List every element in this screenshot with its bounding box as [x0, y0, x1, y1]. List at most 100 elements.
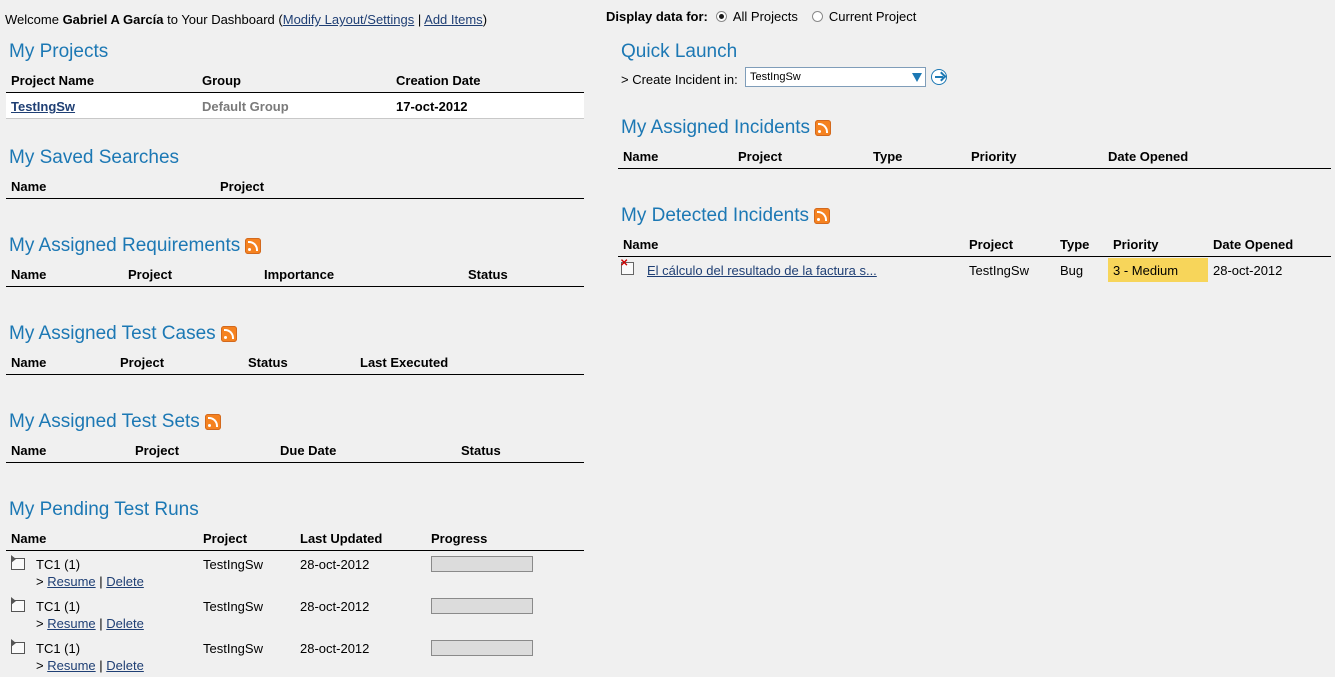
rss-feed-icon[interactable] — [813, 208, 830, 224]
detected-incidents-title-text: My Detected Incidents — [621, 205, 809, 226]
test-run-project: TestIngSw — [203, 599, 263, 614]
col-project: Project — [120, 355, 165, 370]
test-run-actions: > Resume | Delete — [36, 616, 144, 631]
incident-date-opened: 28-oct-2012 — [1213, 263, 1283, 278]
col-name: Name — [11, 179, 47, 194]
col-status: Status — [248, 355, 288, 370]
col-project: Project — [220, 179, 265, 194]
delete-link[interactable]: Delete — [106, 616, 144, 631]
modify-layout-link[interactable]: Modify Layout/Settings — [283, 12, 415, 27]
col-type: Type — [873, 149, 903, 164]
user-name: Gabriel A García — [62, 12, 164, 27]
welcome-suffix: to Your Dashboard ( — [163, 12, 283, 27]
test-run-actions: > Resume | Delete — [36, 574, 144, 589]
chevron-down-icon[interactable] — [912, 73, 922, 82]
assigned-test-sets-title: My Assigned Test Sets — [9, 411, 221, 433]
resume-link[interactable]: Resume — [47, 658, 95, 673]
action-prefix: > — [36, 658, 48, 673]
go-arrow-icon[interactable] — [931, 69, 947, 85]
incident-priority: 3 - Medium — [1113, 263, 1179, 278]
saved-searches-title-text: My Saved Searches — [9, 147, 180, 168]
delete-link[interactable]: Delete — [106, 574, 144, 589]
quick-launch-title: Quick Launch — [621, 41, 737, 63]
project-link[interactable]: TestIngSw — [11, 99, 75, 114]
col-last-updated: Last Updated — [300, 531, 383, 546]
action-prefix: > — [36, 616, 48, 631]
quick-launch-title-text: Quick Launch — [621, 41, 738, 62]
col-type: Type — [1060, 237, 1090, 252]
col-importance: Importance — [264, 267, 335, 282]
radio-current-project[interactable]: Current Project — [811, 9, 917, 24]
project-creation-date: 17-oct-2012 — [396, 99, 468, 114]
col-due-date: Due Date — [280, 443, 337, 458]
col-progress: Progress — [431, 531, 488, 546]
saved-searches-title: My Saved Searches — [9, 147, 179, 169]
test-run-project: TestIngSw — [203, 641, 263, 656]
col-project: Project — [969, 237, 1014, 252]
action-prefix: > — [36, 574, 48, 589]
radio-all-projects[interactable]: All Projects — [715, 9, 798, 24]
resume-link[interactable]: Resume — [47, 574, 95, 589]
col-date-opened: Date Opened — [1213, 237, 1294, 252]
assigned-requirements-title: My Assigned Requirements — [9, 235, 262, 257]
assigned-test-sets-title-text: My Assigned Test Sets — [9, 411, 200, 432]
rss-feed-icon[interactable] — [815, 120, 832, 136]
incident-link[interactable]: El cálculo del resultado de la factura s… — [647, 263, 877, 278]
display-label: Display data for: — [606, 9, 708, 24]
test-run-icon — [11, 555, 25, 570]
welcome-prefix: Welcome — [5, 12, 63, 27]
test-run-updated: 28-oct-2012 — [300, 557, 370, 572]
project-group: Default Group — [202, 99, 289, 114]
col-name: Name — [11, 531, 47, 546]
test-run-actions: > Resume | Delete — [36, 658, 144, 673]
col-name: Name — [11, 443, 47, 458]
radio-unselected-icon[interactable] — [811, 11, 823, 22]
project-select[interactable]: TestIngSw — [745, 67, 926, 87]
rss-feed-icon[interactable] — [220, 326, 237, 342]
my-projects-title: My Projects — [9, 41, 108, 63]
col-project: Project — [128, 267, 173, 282]
pending-test-runs-title: My Pending Test Runs — [9, 499, 199, 521]
radio-current-project-label: Current Project — [828, 9, 917, 24]
radio-selected-icon[interactable] — [715, 11, 727, 22]
assigned-test-cases-title: My Assigned Test Cases — [9, 323, 237, 345]
col-group: Group — [202, 73, 241, 88]
col-status: Status — [461, 443, 501, 458]
incident-type: Bug — [1060, 263, 1084, 278]
delete-link[interactable]: Delete — [106, 658, 144, 673]
radio-all-projects-label: All Projects — [732, 9, 798, 24]
display-filter: Display data for: All Projects Current P… — [606, 9, 930, 24]
divider — [6, 462, 584, 463]
detected-incidents-title: My Detected Incidents — [621, 205, 830, 227]
col-project-name: Project Name — [11, 73, 95, 88]
assigned-incidents-title: My Assigned Incidents — [621, 117, 832, 139]
pending-test-runs-title-text: My Pending Test Runs — [9, 499, 199, 520]
test-run-icon — [11, 597, 25, 612]
assigned-requirements-title-text: My Assigned Requirements — [9, 235, 241, 256]
test-run-project: TestIngSw — [203, 557, 263, 572]
divider — [6, 286, 584, 287]
test-run-icon — [11, 639, 25, 654]
rss-feed-icon[interactable] — [245, 238, 262, 254]
welcome-message: Welcome Gabriel A García to Your Dashboa… — [5, 12, 487, 27]
test-run-updated: 28-oct-2012 — [300, 641, 370, 656]
divider — [618, 168, 1331, 169]
col-project: Project — [203, 531, 248, 546]
col-name: Name — [11, 355, 47, 370]
col-name: Name — [11, 267, 47, 282]
progress-bar — [431, 640, 533, 656]
progress-bar — [431, 598, 533, 614]
action-separator: | — [95, 616, 107, 631]
resume-link[interactable]: Resume — [47, 616, 95, 631]
progress-bar — [431, 556, 533, 572]
col-status: Status — [468, 267, 508, 282]
add-items-link[interactable]: Add Items — [424, 12, 483, 27]
col-name: Name — [623, 149, 659, 164]
rss-feed-icon[interactable] — [204, 414, 221, 430]
assigned-incidents-title-text: My Assigned Incidents — [621, 117, 811, 138]
col-project: Project — [738, 149, 783, 164]
action-separator: | — [95, 574, 107, 589]
col-priority: Priority — [1113, 237, 1159, 252]
col-name: Name — [623, 237, 659, 252]
test-run-name: TC1 (1) — [36, 599, 81, 614]
